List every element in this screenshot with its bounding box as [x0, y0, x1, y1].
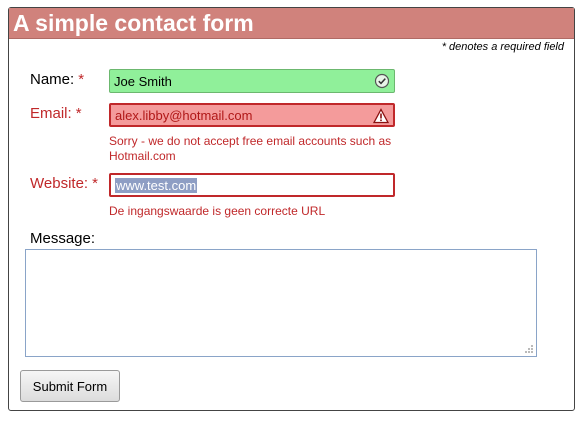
required-star: *	[92, 175, 98, 192]
name-value: Joe Smith	[114, 73, 172, 89]
email-error: Sorry - we do not accept free email acco…	[109, 134, 391, 164]
name-label: Name: *	[30, 71, 84, 88]
required-star: *	[78, 71, 85, 88]
submit-button[interactable]: Submit Form	[20, 370, 120, 402]
name-field[interactable]: Joe Smith	[109, 69, 395, 93]
email-label-text: Email:	[30, 105, 72, 122]
checkmark-circle-icon	[374, 73, 390, 89]
email-error-line1: Sorry - we do not accept free email acco…	[109, 134, 392, 148]
website-label: Website: *	[30, 175, 98, 192]
form-title: A simple contact form	[13, 10, 254, 36]
warning-triangle-icon	[373, 108, 389, 124]
name-label-text: Name:	[30, 71, 75, 88]
message-textarea[interactable]	[25, 249, 537, 357]
required-star: *	[75, 105, 82, 122]
message-label: Message:	[30, 230, 96, 247]
resize-grip-icon[interactable]	[524, 344, 534, 354]
email-value: alex.libby@hotmail.com	[115, 107, 253, 123]
email-field[interactable]: alex.libby@hotmail.com	[109, 103, 395, 127]
website-error: De ingangswaarde is geen correcte URL	[109, 204, 326, 218]
title-bar: A simple contact form	[9, 8, 574, 39]
website-field[interactable]: www.test.com	[109, 173, 395, 197]
website-label-text: Website:	[30, 175, 89, 192]
website-value: www.test.com	[115, 177, 198, 193]
email-error-line2: Hotmail.com	[109, 149, 176, 163]
required-note: * denotes a required field	[441, 41, 564, 53]
contact-form-panel: A simple contact form * denotes a requir…	[8, 7, 575, 411]
email-label: Email: *	[30, 105, 82, 122]
